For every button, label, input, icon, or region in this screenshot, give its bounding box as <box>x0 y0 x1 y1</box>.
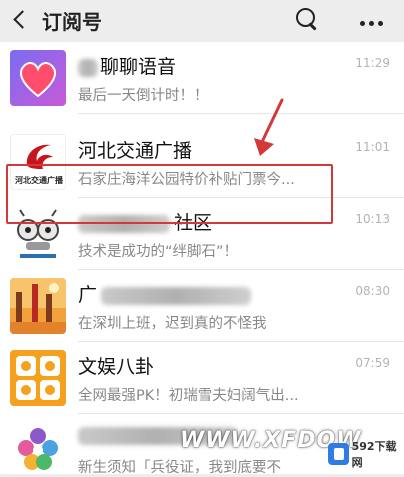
list-item[interactable]: 文娱八卦 全网最强PK！初瑞雪夫妇阔气出... 07:59 <box>0 342 404 414</box>
more-icon[interactable] <box>360 10 388 26</box>
top-bar: 订阅号 <box>0 0 404 38</box>
item-name: 广 <box>78 280 252 307</box>
highlight-box <box>6 164 333 224</box>
avatar <box>10 50 66 106</box>
entertainment-logo-icon <box>16 356 60 400</box>
item-name: 聊聊语音 <box>78 52 176 79</box>
avatar <box>10 350 66 406</box>
search-icon[interactable] <box>294 6 320 32</box>
item-time: 11:01 <box>355 140 390 154</box>
site-badge-text: 592下载网 <box>351 440 397 469</box>
item-time: 08:30 <box>355 284 390 298</box>
avatar <box>10 278 66 334</box>
site-logo-icon <box>328 443 349 465</box>
item-preview: 全网最强PK！初瑞雪夫妇阔气出... <box>78 388 299 404</box>
item-time: 07:59 <box>355 356 390 370</box>
item-name: 文娱八卦 <box>78 356 155 378</box>
avatar <box>10 422 66 474</box>
subscription-list: 聊聊语音 最后一天倒计时！！ 11:29 河北交通广播 河北交通广播 石家庄海洋… <box>0 42 404 476</box>
item-name: 河北交通广播 <box>78 140 193 162</box>
item-time: 10:13 <box>355 212 390 226</box>
red-arrow-icon <box>254 98 284 156</box>
page-title: 订阅号 <box>42 10 102 34</box>
site-badge: 592下载网 <box>328 434 404 474</box>
list-item[interactable]: 聊聊语音 最后一天倒计时！！ 11:29 <box>0 42 404 114</box>
flower-emblem-icon <box>18 428 58 470</box>
city-illustration-icon <box>10 278 66 334</box>
back-icon[interactable] <box>10 6 32 32</box>
divider <box>78 113 404 114</box>
item-preview: 在深圳上班，迟到真的不怪我 <box>78 316 267 332</box>
item-preview: 技术是成功的“绊脚石”！ <box>78 244 239 260</box>
item-preview: 最后一天倒计时！！ <box>78 88 209 104</box>
item-time: 11:29 <box>355 56 390 70</box>
heart-icon <box>20 62 56 98</box>
list-item[interactable]: 广 在深圳上班，迟到真的不怪我 08:30 <box>0 270 404 342</box>
